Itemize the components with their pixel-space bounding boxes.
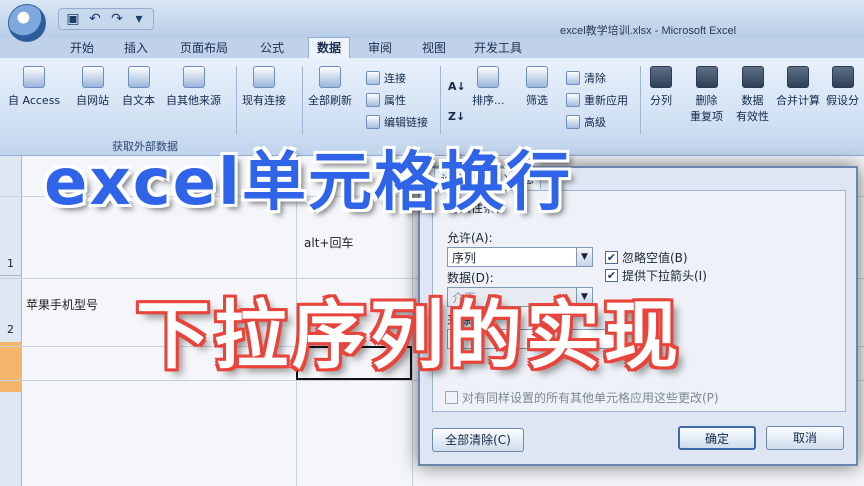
properties-icon xyxy=(366,93,380,107)
tab-formulas[interactable]: 公式 xyxy=(260,39,284,56)
from-access-button[interactable]: 自 Access xyxy=(8,66,60,108)
office-button[interactable] xyxy=(8,4,46,42)
edit-links-button[interactable]: 编辑链接 xyxy=(366,114,428,130)
chevron-down-icon[interactable]: ▾ xyxy=(131,11,147,27)
allow-label: 允许(A): xyxy=(447,231,493,245)
advanced-button[interactable]: 高级 xyxy=(566,114,606,130)
ribbon-tabs: 开始 插入 页面布局 公式 数据 审阅 视图 开发工具 xyxy=(0,37,864,59)
quick-access-toolbar: ▣ ↶ ↷ ▾ xyxy=(58,8,154,30)
allow-select[interactable]: 序列 ▼ xyxy=(447,247,593,267)
what-if-icon xyxy=(831,66,854,88)
text-to-columns-button[interactable]: 分列 xyxy=(650,66,672,108)
refresh-icon xyxy=(319,66,341,88)
sort-ascending-icon[interactable]: A↓ xyxy=(448,80,466,93)
ok-button[interactable]: 确定 xyxy=(678,426,756,450)
window-title: excel教学培训.xlsx - Microsoft Excel xyxy=(560,25,737,37)
split-columns-icon xyxy=(650,66,672,88)
undo-icon[interactable]: ↶ xyxy=(87,11,103,27)
sort-icon xyxy=(477,66,500,88)
consolidate-button[interactable]: 合并计算 xyxy=(776,66,820,108)
data-validation-button[interactable]: 数据 有效性 xyxy=(736,66,769,124)
tab-developer[interactable]: 开发工具 xyxy=(474,39,522,56)
tab-review[interactable]: 审阅 xyxy=(368,39,392,56)
remove-duplicates-icon xyxy=(695,66,718,88)
tab-data[interactable]: 数据 xyxy=(308,37,351,59)
ribbon-separator xyxy=(302,66,303,134)
tab-insert[interactable]: 插入 xyxy=(124,39,148,56)
clear-button[interactable]: 清除 xyxy=(566,70,606,86)
cell-apple-models[interactable]: 苹果手机型号 xyxy=(26,296,98,313)
title-bar: ▣ ↶ ↷ ▾ excel教学培训.xlsx - Microsoft Excel xyxy=(0,0,864,42)
apply-all-checkbox[interactable]: 对有同样设置的所有其他单元格应用这些更改(P) xyxy=(445,389,719,406)
cancel-button[interactable]: 取消 xyxy=(766,426,844,450)
row-header-1[interactable]: 1 xyxy=(0,252,22,276)
refresh-all-button[interactable]: 全部刷新 xyxy=(308,66,352,108)
headline-subtitle: 下拉序列的实现 xyxy=(136,293,682,379)
ribbon-separator xyxy=(440,66,441,134)
filter-button[interactable]: 筛选 xyxy=(526,66,548,108)
clear-all-button[interactable]: 全部清除(C) xyxy=(432,428,524,452)
from-text-button[interactable]: 自文本 xyxy=(122,66,155,108)
ribbon-separator xyxy=(640,66,641,134)
consolidate-icon xyxy=(787,66,809,88)
ribbon-separator xyxy=(236,66,237,134)
validation-icon xyxy=(741,66,764,88)
connection-icon xyxy=(253,66,275,88)
reapply-icon xyxy=(566,93,580,107)
tab-home[interactable]: 开始 xyxy=(70,39,94,56)
existing-connections-button[interactable]: 现有连接 xyxy=(242,66,286,108)
link-icon xyxy=(366,71,380,85)
headline-title: excel单元格换行 xyxy=(43,145,572,222)
check-icon: ✔ xyxy=(605,251,618,264)
data-label: 数据(D): xyxy=(447,271,494,285)
other-source-icon xyxy=(182,66,205,88)
from-other-sources-button[interactable]: 自其他来源 xyxy=(166,66,221,108)
check-icon: ✔ xyxy=(605,269,618,282)
save-icon[interactable]: ▣ xyxy=(65,11,81,27)
database-icon xyxy=(23,66,46,88)
ignore-blank-checkbox[interactable]: ✔ 忽略空值(B) xyxy=(605,249,688,266)
web-icon xyxy=(81,66,104,88)
active-row-header xyxy=(0,342,22,392)
row-header-2[interactable]: 2 xyxy=(0,318,22,342)
properties-button[interactable]: 属性 xyxy=(366,92,406,108)
sort-descending-icon[interactable]: Z↓ xyxy=(448,110,465,123)
connections-button[interactable]: 连接 xyxy=(366,70,406,86)
tab-page-layout[interactable]: 页面布局 xyxy=(180,39,228,56)
clear-filter-icon xyxy=(566,71,580,85)
cell-alt-enter[interactable]: alt+回车 xyxy=(304,234,353,251)
reapply-button[interactable]: 重新应用 xyxy=(566,92,628,108)
dropdown-arrow-checkbox[interactable]: ✔ 提供下拉箭头(I) xyxy=(605,267,707,284)
advanced-filter-icon xyxy=(566,115,580,129)
redo-icon[interactable]: ↷ xyxy=(109,11,125,27)
text-file-icon xyxy=(127,66,150,88)
chevron-down-icon[interactable]: ▼ xyxy=(576,248,592,266)
remove-duplicates-button[interactable]: 删除 重复项 xyxy=(690,66,723,124)
from-web-button[interactable]: 自网站 xyxy=(76,66,109,108)
edit-link-icon xyxy=(366,115,380,129)
what-if-button[interactable]: 假设分 xyxy=(826,66,859,108)
sort-button[interactable]: 排序... xyxy=(472,66,505,108)
tab-view[interactable]: 视图 xyxy=(422,39,446,56)
checkbox-empty-icon xyxy=(445,391,458,404)
filter-icon xyxy=(526,66,548,88)
